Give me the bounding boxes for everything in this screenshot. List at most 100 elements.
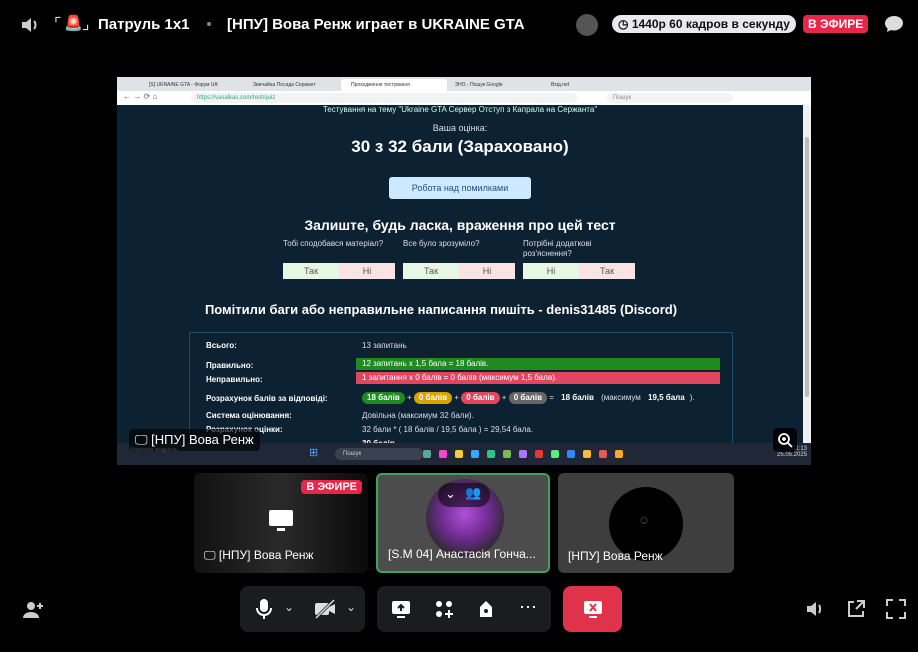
feedback-option[interactable]: Так: [283, 263, 339, 279]
feedback-option[interactable]: Так: [403, 263, 459, 279]
total-value: 13 запитань: [362, 341, 407, 350]
tile-label: [НПУ] Вова Ренж: [568, 549, 663, 563]
grade-value: 32 бали * ( 18 балів / 19,5 бала ) = 29,…: [362, 425, 534, 434]
bracket-left: ⌜: [54, 16, 62, 33]
feedback-option[interactable]: Ні: [339, 263, 395, 279]
calc-pill: 0 балів: [413, 392, 453, 404]
scroll-thumb[interactable]: [805, 137, 809, 397]
app-icon[interactable]: [583, 450, 591, 458]
streamer-avatar[interactable]: [576, 14, 598, 36]
add-user-icon[interactable]: [22, 600, 44, 620]
app-icon[interactable]: [551, 450, 559, 458]
share-screen-icon[interactable]: [391, 599, 411, 619]
more-options-icon[interactable]: ⋯: [519, 597, 538, 618]
chevron-down-icon[interactable]: ⌄: [346, 600, 356, 614]
quiz-page: Тестування на тему "Ukraine GTA Сервер О…: [117, 105, 803, 465]
calc-pill: 0 балів: [461, 392, 500, 404]
feedback-heading: Залиште, будь ласка, враження про цей те…: [304, 217, 616, 233]
stop-stream-button[interactable]: [563, 586, 622, 632]
taskbar-search[interactable]: Пошук: [335, 448, 423, 460]
app-icon[interactable]: [455, 450, 463, 458]
correct-label: Правильно:: [206, 361, 254, 370]
calc-max-value: 19,5 бала: [643, 392, 690, 404]
channel-name[interactable]: Патруль 1x1: [98, 16, 190, 33]
chat-icon[interactable]: [884, 14, 904, 34]
wrong-bar: 1 запитання х 0 балів = 0 балів (максиму…: [356, 372, 720, 384]
app-icon[interactable]: [599, 450, 607, 458]
stream-owner-name: [НПУ] Вова Ренж: [151, 432, 254, 447]
work-on-mistakes-button[interactable]: Робота над помилками: [389, 177, 531, 199]
app-icon[interactable]: [471, 450, 479, 458]
tile-live-badge: В ЭФИРЕ: [301, 480, 362, 494]
nav-arrows-icon[interactable]: ← → ⟳ ⌂: [123, 92, 157, 101]
stop-share-icon: [584, 601, 602, 618]
activities-icon[interactable]: [435, 600, 453, 618]
chevron-down-icon[interactable]: ⌄: [284, 600, 294, 614]
volume-icon[interactable]: [806, 600, 824, 618]
screen-share-icon: [269, 510, 293, 531]
media-controls: ⌄ ⌄: [240, 586, 365, 632]
speed-icon: ◷: [618, 17, 632, 31]
feedback-option[interactable]: Ні: [523, 263, 579, 279]
app-icon[interactable]: [423, 450, 431, 458]
wrong-label: Неправильно:: [206, 375, 263, 384]
bugs-notice: Помітили баги або неправильне написання …: [204, 302, 678, 317]
calc-pill: 18 балів: [362, 392, 405, 404]
browser-toolbar: ← → ⟳ ⌂ https://vasalkas.com/test/quiz П…: [117, 91, 811, 105]
camera-off-icon[interactable]: [314, 599, 336, 619]
quality-badge: ◷ 1440р 60 кадров в секунду: [612, 15, 796, 33]
feedback-question: Потрібні додаткові роз'яснення?: [523, 239, 592, 258]
calc-row: 18 балів + 0 балів + 0 балів + 0 балів =…: [362, 392, 695, 404]
chevron-down-icon[interactable]: ⌄: [445, 486, 456, 502]
stream-owner-label: 🖵 [НПУ] Вова Ренж: [129, 429, 260, 451]
tile-popover[interactable]: ⌄ 👥: [438, 483, 490, 507]
browser-tab[interactable]: Проходження тестування: [341, 79, 447, 91]
app-icon[interactable]: [519, 450, 527, 458]
participant-tile[interactable]: ☺ [НПУ] Вова Ренж: [558, 473, 734, 573]
separator-dot: [207, 22, 211, 26]
feedback-option[interactable]: Так: [579, 263, 635, 279]
speaker-icon[interactable]: [20, 16, 40, 34]
monitor-icon: 🖵: [135, 432, 152, 447]
browser-tab[interactable]: Вхід.net: [541, 79, 641, 91]
main-stream[interactable]: [S] UKRAINE GTA - Форум UA Звичайна Поса…: [117, 77, 811, 465]
users-icon[interactable]: 👥: [465, 485, 481, 501]
app-icon[interactable]: [487, 450, 495, 458]
popout-icon[interactable]: [846, 599, 866, 619]
windows-start-icon[interactable]: ⊞: [309, 446, 318, 459]
activity-controls: ⋯: [377, 586, 551, 632]
system-label: Система оцінювання:: [206, 411, 292, 420]
browser-tab[interactable]: ЗНО - Пошук Google: [445, 79, 545, 91]
stream-title: [НПУ] Вова Ренж играет в UKRAINE GTA: [227, 16, 525, 33]
feedback-question: Все було зрозуміло?: [403, 239, 480, 248]
url-bar[interactable]: https://vasalkas.com/test/quiz: [191, 93, 577, 103]
app-icon[interactable]: [439, 450, 447, 458]
score-value: 30 з 32 бали (Зараховано): [351, 137, 569, 156]
calc-pill: 0 балів: [508, 392, 547, 404]
total-label: Всього:: [206, 341, 237, 350]
quality-text: 1440р 60 кадров в секунду: [631, 17, 790, 31]
browser-tab[interactable]: [S] UKRAINE GTA - Форум UA: [139, 79, 239, 91]
zoom-icon[interactable]: [773, 428, 797, 452]
score-label: Ваша оцінка:: [432, 123, 488, 133]
app-icon[interactable]: [503, 450, 511, 458]
monitor-icon: 🖵: [204, 548, 219, 562]
fullscreen-icon[interactable]: [886, 599, 906, 619]
tile-label: [S.M 04] Анастасія Гонча...: [388, 547, 536, 561]
soundboard-icon[interactable]: [477, 599, 495, 619]
browser-search[interactable]: Пошук: [607, 93, 733, 103]
system-value: Довільна (максимум 32 бали).: [362, 411, 474, 420]
microphone-icon[interactable]: [256, 598, 272, 620]
app-icon[interactable]: [567, 450, 575, 458]
participant-tile[interactable]: В ЭФИРЕ 🖵 [НПУ] Вова Ренж: [194, 473, 368, 573]
participant-tile-active[interactable]: ⌄ 👥 [S.M 04] Анастасія Гонча...: [376, 473, 550, 573]
browser-tab[interactable]: Звичайна Посада Сержант: [243, 79, 343, 91]
app-icon[interactable]: [535, 450, 543, 458]
clock-date: 25.05.2025: [777, 452, 808, 458]
browser-tab-bar: [S] UKRAINE GTA - Форум UA Звичайна Поса…: [117, 77, 811, 91]
siren-icon: 🚨: [64, 15, 83, 32]
test-topic: Тестування на тему "Ukraine GTA Сервер О…: [322, 105, 598, 114]
feedback-option[interactable]: Ні: [459, 263, 515, 279]
live-badge: В ЭФИРЕ: [803, 15, 869, 33]
chrome-icon[interactable]: [615, 450, 623, 458]
